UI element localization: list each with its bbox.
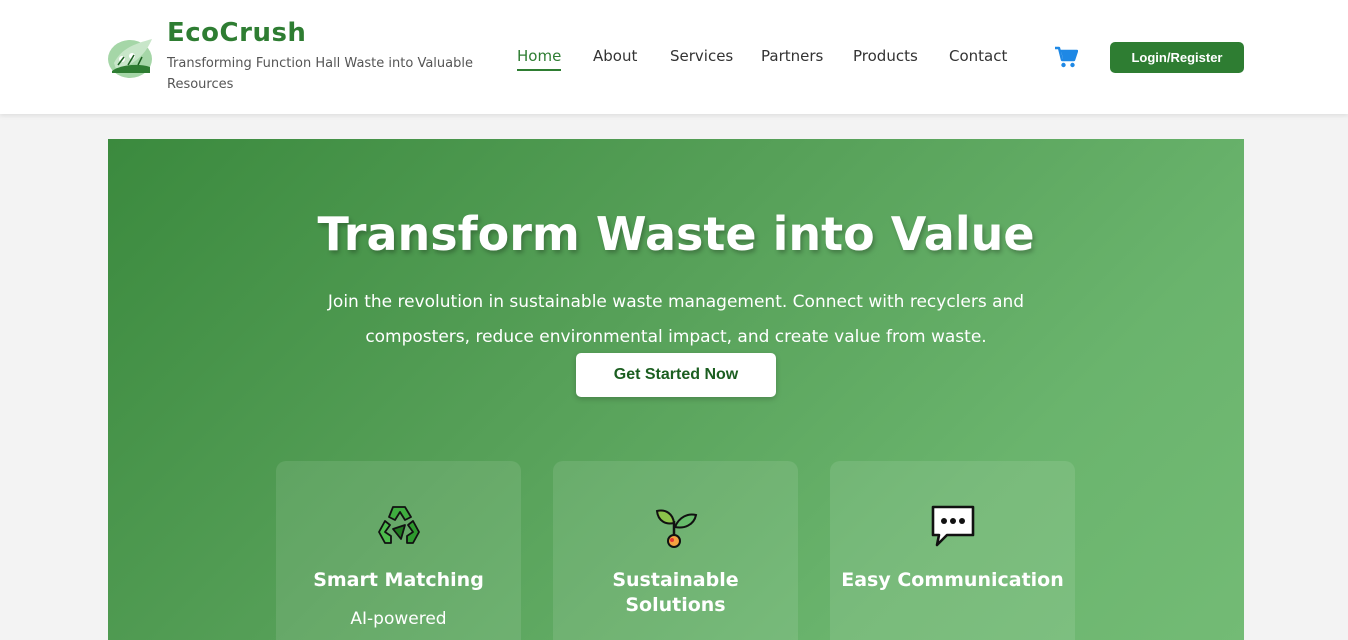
recycle-icon xyxy=(378,506,420,544)
site-header: EcoCrush Transforming Function Hall Wast… xyxy=(0,0,1348,114)
hero-subtitle: Join the revolution in sustainable waste… xyxy=(327,292,1025,347)
nav-products[interactable]: Products xyxy=(853,47,918,65)
logo-icon[interactable] xyxy=(108,35,153,79)
nav-partners[interactable]: Partners xyxy=(761,47,823,65)
brand-name[interactable]: EcoCrush xyxy=(167,18,306,48)
seedling-icon xyxy=(655,509,698,548)
nav-about[interactable]: About xyxy=(593,47,637,65)
shopping-cart-icon[interactable] xyxy=(1054,46,1078,68)
nav-home[interactable]: Home xyxy=(517,47,562,71)
hero-section: Transform Waste into Value Join the revo… xyxy=(108,139,1244,640)
nav-services[interactable]: Services xyxy=(670,47,733,65)
feature-title: Sustainable Solutions xyxy=(612,569,739,616)
feature-desc: AI-powered xyxy=(350,609,447,629)
feature-card-smart-matching[interactable]: Smart Matching AI-powered xyxy=(276,461,521,640)
feature-card-sustainable[interactable]: Sustainable Solutions xyxy=(553,461,798,640)
feature-card-communication[interactable]: Easy Communication xyxy=(830,461,1075,640)
get-started-button[interactable]: Get Started Now xyxy=(576,353,776,397)
feature-title: Smart Matching xyxy=(313,569,484,591)
nav-contact[interactable]: Contact xyxy=(949,47,1007,65)
feature-title: Easy Communication xyxy=(841,569,1064,591)
hero-title: Transform Waste into Value xyxy=(317,207,1035,261)
brand-tagline: Transforming Function Hall Waste into Va… xyxy=(167,56,473,92)
login-register-button[interactable]: Login/Register xyxy=(1110,42,1244,73)
speech-bubble-icon xyxy=(931,505,975,547)
